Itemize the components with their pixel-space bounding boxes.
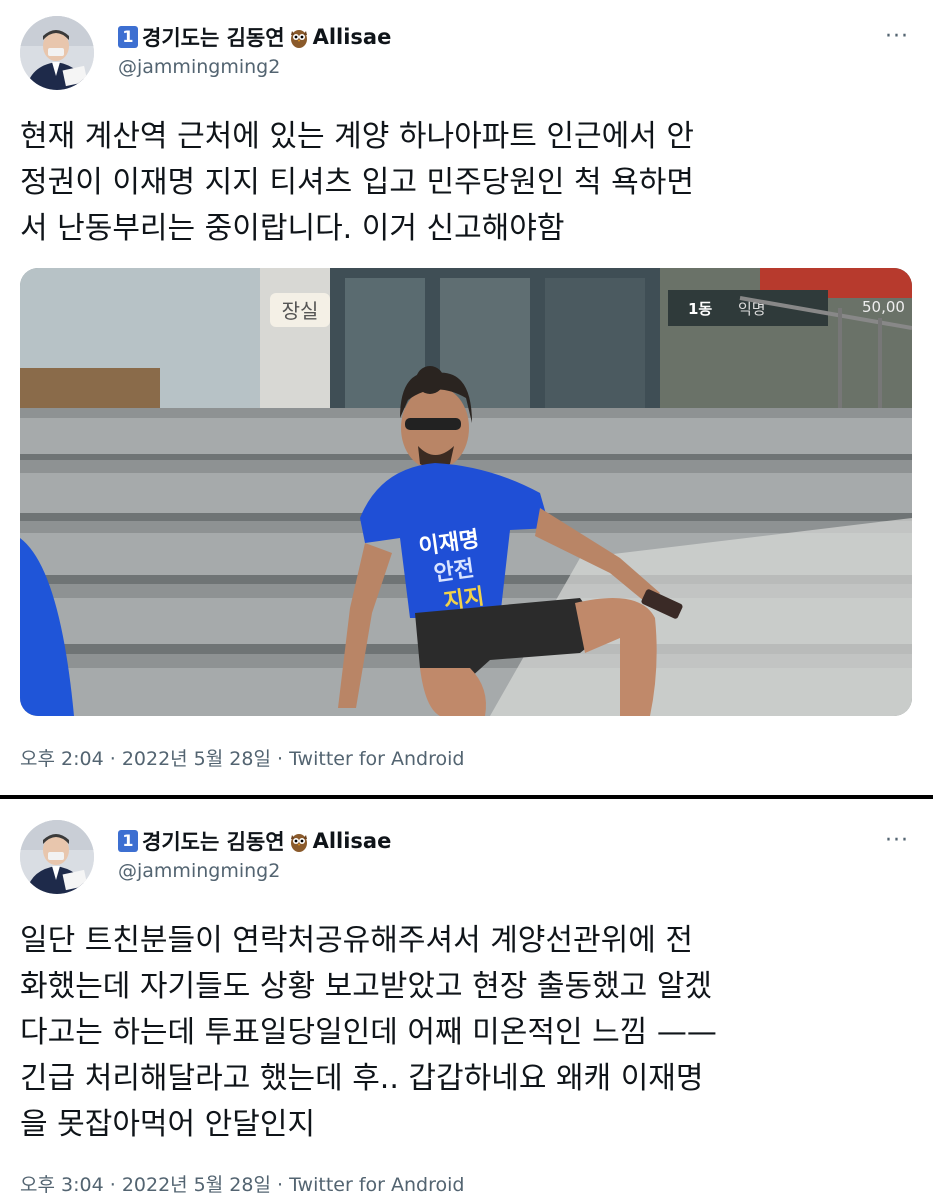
- tweet-date[interactable]: 2022년 5월 28일: [122, 1174, 271, 1196]
- owl-icon: [289, 830, 309, 852]
- avatar[interactable]: [20, 820, 94, 894]
- more-icon[interactable]: ···: [885, 830, 909, 852]
- user-name-row[interactable]: 1 경기도는 김동연 Allisae: [118, 22, 391, 52]
- tweet-date[interactable]: 2022년 5월 28일: [122, 748, 271, 770]
- tweet-card: 1 경기도는 김동연 Allisae @jammingming2 ··· 일단 …: [0, 800, 933, 1200]
- tweet-meta: 오후 3:04 · 2022년 5월 28일 · Twitter for And…: [20, 1170, 464, 1197]
- owl-icon: [289, 26, 309, 48]
- tweet-photo[interactable]: 장실 1동 익명 50,00 이재명 안전 지지: [20, 268, 912, 716]
- name-suffix: Allisae: [312, 25, 392, 49]
- name-suffix: Allisae: [312, 829, 392, 853]
- meta-separator: ·: [277, 1174, 284, 1196]
- display-name: 경기도는 김동연: [142, 26, 285, 50]
- tweet-text: 현재 계산역 근처에 있는 계양 하나아파트 인근에서 안 정권이 이재명 지지…: [20, 119, 694, 246]
- tweet-source[interactable]: Twitter for Android: [289, 1174, 464, 1196]
- avatar[interactable]: [20, 16, 94, 90]
- meta-separator: ·: [277, 748, 284, 770]
- tweet-text: 일단 트친분들이 연락처공유해주셔서 계양선관위에 전 화했는데 자기들도 상황…: [20, 923, 717, 1142]
- banner-text: 1동: [688, 300, 712, 318]
- tweet-meta: 오후 2:04 · 2022년 5월 28일 · Twitter for And…: [20, 744, 464, 771]
- banner-text: 50,00: [862, 298, 905, 316]
- tweet-time[interactable]: 오후 2:04: [20, 748, 104, 770]
- rank-badge: 1: [118, 26, 138, 48]
- more-icon[interactable]: ···: [885, 26, 909, 48]
- tweet-card: 1 경기도는 김동연 Allisae @jammingming2 ··· 현재 …: [0, 0, 933, 795]
- tweet-source[interactable]: Twitter for Android: [289, 748, 464, 770]
- divider: [0, 795, 933, 799]
- meta-separator: ·: [109, 748, 116, 770]
- tweet-time[interactable]: 오후 3:04: [20, 1174, 104, 1196]
- user-handle[interactable]: @jammingming2: [118, 56, 280, 78]
- user-handle[interactable]: @jammingming2: [118, 860, 280, 882]
- display-name: 경기도는 김동연: [142, 830, 285, 854]
- user-name-row[interactable]: 1 경기도는 김동연 Allisae: [118, 826, 391, 856]
- meta-separator: ·: [109, 1174, 116, 1196]
- rank-badge: 1: [118, 830, 138, 852]
- sign-text: 장실: [282, 299, 319, 323]
